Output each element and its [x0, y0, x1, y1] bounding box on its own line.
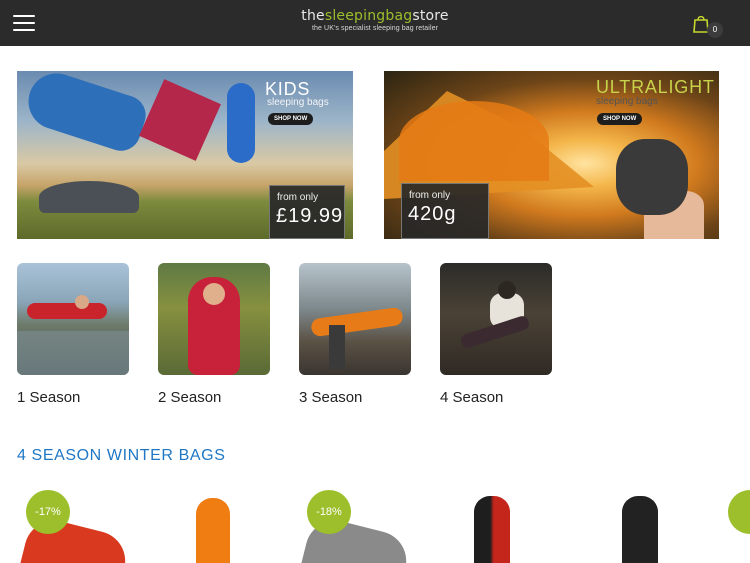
banner-subtitle: sleeping bags [596, 96, 658, 107]
shop-now-button[interactable]: SHOP NOW [597, 113, 643, 125]
price-value: 420g [408, 203, 457, 225]
logo-suffix: store [412, 8, 449, 24]
season-category-1[interactable]: 1 Season [17, 263, 129, 406]
site-header: thesleepingbagstore the UK's specialist … [0, 0, 750, 46]
red-sleeping-bag-image [139, 79, 221, 161]
season-category-3[interactable]: 3 Season [299, 263, 411, 406]
discount-badge: -17% [26, 490, 70, 534]
product-image[interactable] [474, 496, 510, 563]
logo-tagline: the UK's specialist sleeping bag retaile… [311, 25, 439, 32]
season-label[interactable]: 1 Season [17, 389, 129, 406]
discount-badge: -18% [307, 490, 351, 534]
tent-image [399, 101, 549, 181]
season-category-4[interactable]: 4 Season [440, 263, 552, 406]
product-card[interactable]: -17% [17, 490, 137, 563]
season-thumbnail[interactable] [17, 263, 129, 375]
season-category-2[interactable]: 2 Season [158, 263, 270, 406]
banner-title: ULTRALIGHT [596, 77, 715, 97]
price-box: from only £19.99 [269, 185, 345, 239]
product-image[interactable] [196, 498, 230, 563]
blue-sleeping-bag-image [21, 71, 151, 156]
logo-prefix: the [301, 8, 325, 24]
price-prefix: from only [409, 190, 451, 201]
shark-sleeping-bag-image [227, 83, 255, 163]
price-prefix: from only [277, 192, 319, 203]
section-title[interactable]: 4 SEASON WINTER BAGS [17, 447, 225, 465]
product-card[interactable]: -18% [298, 490, 418, 563]
cart-count-badge: 0 [707, 22, 723, 38]
product-card[interactable] [440, 490, 560, 563]
season-thumbnail[interactable] [299, 263, 411, 375]
season-label[interactable]: 3 Season [299, 389, 411, 406]
shop-now-button[interactable]: SHOP NOW [268, 113, 314, 125]
product-image[interactable] [622, 496, 658, 563]
site-logo[interactable]: thesleepingbagstore the UK's specialist … [0, 8, 750, 32]
season-label[interactable]: 4 Season [440, 389, 552, 406]
price-box: from only 420g [401, 183, 489, 239]
product-card[interactable] [160, 490, 280, 563]
season-thumbnail[interactable] [158, 263, 270, 375]
discount-badge [728, 490, 750, 534]
product-card[interactable] [728, 490, 750, 563]
cart-button[interactable]: 0 [690, 12, 724, 40]
compressed-bag-image [616, 139, 688, 215]
season-label[interactable]: 2 Season [158, 389, 270, 406]
ultralight-banner[interactable]: ULTRALIGHT sleeping bags SHOP NOW from o… [384, 71, 719, 239]
logo-highlight: sleepingbag [324, 8, 413, 24]
price-value: £19.99 [276, 205, 344, 227]
product-card[interactable] [590, 490, 710, 563]
tent-image [39, 181, 139, 213]
banner-subtitle: sleeping bags [267, 97, 329, 108]
season-thumbnail[interactable] [440, 263, 552, 375]
kids-banner[interactable]: KIDS sleeping bags SHOP NOW from only £1… [17, 71, 353, 239]
